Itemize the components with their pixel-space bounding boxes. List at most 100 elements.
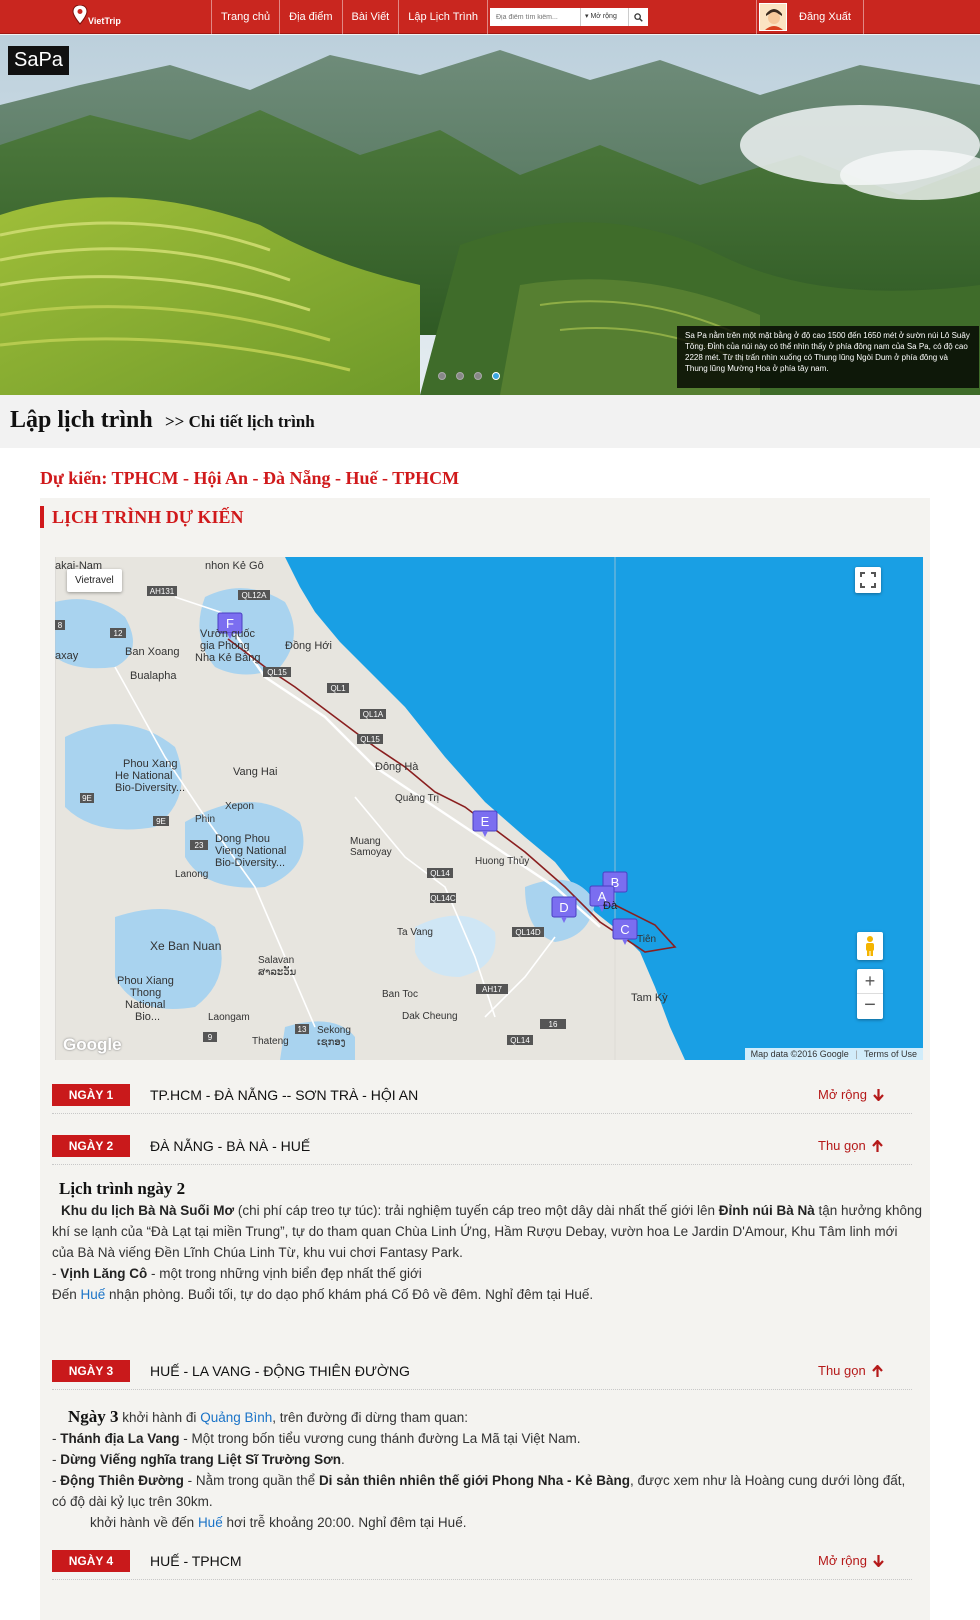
carousel-dot[interactable] bbox=[438, 372, 446, 380]
avatar[interactable] bbox=[759, 3, 787, 31]
day-title: HUẾ - TPHCM bbox=[150, 1553, 242, 1569]
itinerary-panel: LỊCH TRÌNH DỰ KIẾN F E B A D C akai-Nam … bbox=[40, 498, 930, 1620]
svg-text:9: 9 bbox=[208, 1033, 213, 1042]
svg-text:9E: 9E bbox=[156, 817, 166, 826]
svg-text:13: 13 bbox=[298, 1025, 307, 1034]
day-badge: NGÀY 1 bbox=[52, 1084, 130, 1106]
map-label: Bio-Diversity... bbox=[215, 857, 285, 869]
arrow-down-icon bbox=[873, 1088, 884, 1101]
toggle-label: Mở rộng bbox=[818, 1553, 867, 1568]
user-area: Đăng Xuất bbox=[756, 0, 864, 34]
svg-text:16: 16 bbox=[549, 1020, 558, 1029]
map-label: Ta Vang bbox=[397, 927, 433, 938]
map-label: gia Phong bbox=[200, 640, 250, 652]
map-label: Đông Hà bbox=[375, 761, 419, 773]
day-paragraph: Đến Huế nhận phòng. Buổi tối, tự do dạo … bbox=[52, 1287, 594, 1302]
zoom-in-button[interactable]: + bbox=[857, 969, 883, 994]
day-2-details: Lịch trình ngày 2 Khu du lịch Bà Nà Suối… bbox=[52, 1178, 922, 1305]
search-expand-label: Mở rộng bbox=[590, 13, 617, 20]
map-label: Muang bbox=[350, 836, 381, 847]
map-label: Samoyay bbox=[350, 847, 392, 858]
search-input[interactable] bbox=[490, 8, 580, 26]
svg-text:C: C bbox=[620, 922, 629, 937]
map-label: He National bbox=[115, 770, 172, 782]
map-label: axay bbox=[55, 650, 79, 662]
day-paragraph: - Dừng Viếng nghĩa trang Liệt Sĩ Trường … bbox=[52, 1452, 345, 1467]
map-type-chip[interactable]: Vietravel bbox=[67, 569, 122, 592]
svg-text:8: 8 bbox=[58, 621, 63, 630]
inline-link[interactable]: du lịch Bà Nà bbox=[91, 1203, 177, 1218]
carousel-dot[interactable] bbox=[456, 372, 464, 380]
map-label: Bualapha bbox=[130, 670, 177, 682]
zoom-controls: + − bbox=[857, 969, 883, 1019]
svg-text:QL15: QL15 bbox=[267, 668, 287, 677]
svg-text:QL14D: QL14D bbox=[515, 928, 541, 937]
fullscreen-button[interactable] bbox=[855, 567, 881, 593]
hero-caption: Sa Pa nằm trên một mặt bằng ở độ cao 150… bbox=[677, 326, 979, 388]
map-label: Sekong bbox=[317, 1025, 351, 1036]
svg-text:QL15: QL15 bbox=[360, 735, 380, 744]
day-paragraph: khởi hành về đến Huế hơi trễ khoảng 20:0… bbox=[90, 1515, 467, 1530]
map-label: Ban Toc bbox=[382, 989, 418, 1000]
site-logo[interactable]: VietTrip bbox=[68, 4, 128, 30]
search-expand-dropdown[interactable]: ▾ Mở rộng bbox=[580, 8, 628, 26]
day-paragraph: - Động Thiên Đường - Nằm trong quần thể … bbox=[52, 1473, 906, 1509]
logout-link[interactable]: Đăng Xuất bbox=[799, 11, 851, 23]
inline-link[interactable]: Huế bbox=[198, 1515, 223, 1530]
arrow-down-icon bbox=[873, 1554, 884, 1567]
logo-text: VietTrip bbox=[88, 16, 121, 26]
route-map[interactable]: F E B A D C akai-Nam nhon Kẻ Gô Vườn quố… bbox=[55, 557, 923, 1060]
map-label: Huong Thủy bbox=[475, 855, 529, 867]
zoom-out-button[interactable]: − bbox=[857, 994, 883, 1019]
map-attribution: Map data ©2016 Google | Terms of Use bbox=[744, 1048, 923, 1060]
user-avatar-icon bbox=[760, 4, 786, 30]
map-label: Bio-Diversity... bbox=[115, 782, 185, 794]
pegman-icon bbox=[866, 936, 874, 956]
nav-plan-trip[interactable]: Lập Lịch Trình bbox=[398, 0, 488, 34]
inline-link[interactable]: Động Thiên Đường bbox=[60, 1473, 184, 1488]
day-3-details: Ngày 3 khởi hành đi Quảng Bình, trên đườ… bbox=[52, 1406, 922, 1533]
day-badge: NGÀY 2 bbox=[52, 1135, 130, 1157]
main-content: Dự kiến: TPHCM - Hội An - Đà Nẵng - Huế … bbox=[0, 448, 980, 1620]
breadcrumb-main[interactable]: Lập lịch trình bbox=[10, 407, 153, 434]
day-heading: Lịch trình ngày 2 bbox=[59, 1179, 186, 1198]
toggle-label: Thu gọn bbox=[818, 1363, 866, 1378]
day-row-4: NGÀY 4 HUẾ - TPHCM Mở rộng bbox=[52, 1544, 912, 1580]
inline-link[interactable]: Huế bbox=[81, 1287, 106, 1302]
inline-link[interactable]: Quảng Bình bbox=[200, 1410, 272, 1425]
map-label: Laongam bbox=[208, 1012, 250, 1023]
day-paragraph: - Vịnh Lăng Cô - một trong những vịnh bi… bbox=[52, 1266, 422, 1281]
map-label: Phou Xiang bbox=[117, 975, 174, 987]
collapse-toggle[interactable]: Thu gọn bbox=[818, 1363, 883, 1378]
carousel-dot-active[interactable] bbox=[492, 372, 500, 380]
google-logo: Google bbox=[63, 1035, 122, 1054]
expand-toggle[interactable]: Mở rộng bbox=[818, 1087, 884, 1102]
search-button[interactable] bbox=[628, 8, 648, 26]
arrow-up-icon bbox=[871, 1364, 883, 1377]
nav-articles[interactable]: Bài Viết bbox=[341, 0, 399, 34]
map-label: ສາລະວັນ bbox=[258, 966, 296, 978]
map-label: Phou Xang bbox=[123, 758, 177, 770]
day-title: TP.HCM - ĐÀ NẴNG -- SƠN TRÀ - HỘI AN bbox=[150, 1087, 419, 1103]
street-view-button[interactable] bbox=[857, 932, 883, 960]
map-pin-icon bbox=[72, 5, 88, 25]
svg-text:23: 23 bbox=[195, 841, 204, 850]
search-icon bbox=[634, 12, 643, 22]
map-canvas: F E B A D C akai-Nam nhon Kẻ Gô Vườn quố… bbox=[55, 557, 923, 1060]
toggle-label: Mở rộng bbox=[818, 1087, 867, 1102]
expand-toggle[interactable]: Mở rộng bbox=[818, 1553, 884, 1568]
map-label: Phin bbox=[195, 814, 215, 825]
nav-home[interactable]: Trang chủ bbox=[211, 0, 279, 34]
svg-text:9E: 9E bbox=[82, 794, 92, 803]
fullscreen-icon bbox=[860, 572, 876, 588]
terms-link[interactable]: Terms of Use bbox=[864, 1049, 917, 1059]
expected-route: Dự kiến: TPHCM - Hội An - Đà Nẵng - Huế … bbox=[40, 468, 460, 488]
carousel-dot[interactable] bbox=[474, 372, 482, 380]
map-label: Dak Cheung bbox=[402, 1011, 458, 1022]
day-title: HUẾ - LA VANG - ĐỘNG THIÊN ĐƯỜNG bbox=[150, 1363, 410, 1379]
main-nav: Trang chủ Địa điểm Bài Viết Lập Lịch Trì… bbox=[211, 0, 488, 34]
svg-text:AH17: AH17 bbox=[482, 985, 503, 994]
nav-places[interactable]: Địa điểm bbox=[279, 0, 341, 34]
collapse-toggle[interactable]: Thu gọn bbox=[818, 1138, 883, 1153]
day-paragraph: Ngày 3 khởi hành đi Quảng Bình, trên đườ… bbox=[68, 1407, 469, 1426]
